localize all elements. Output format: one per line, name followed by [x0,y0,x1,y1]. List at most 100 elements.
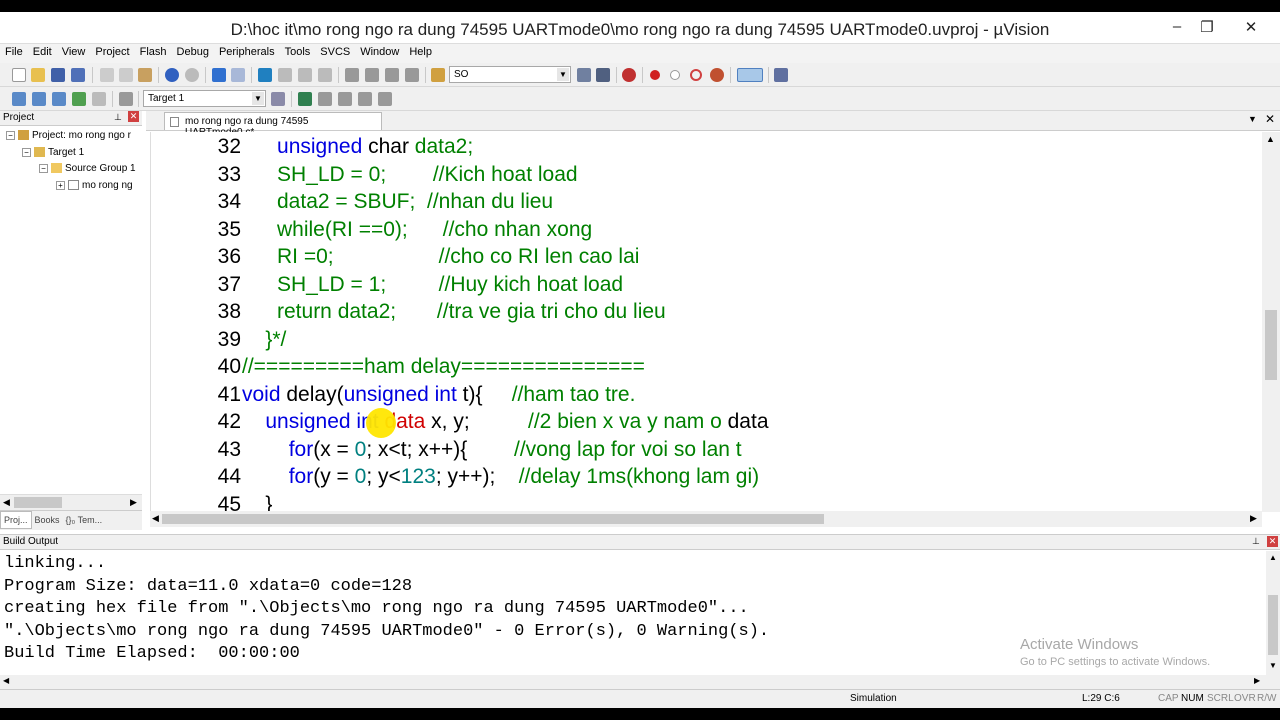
select-packs-icon[interactable] [338,92,352,106]
kill-breakpoints-icon[interactable] [690,69,702,81]
pin-icon[interactable]: ⊥ [1252,536,1260,547]
tree-node-file[interactable]: + mo rong ng [56,180,133,191]
menu-project[interactable]: Project [90,44,134,60]
code-line[interactable]: //=========ham delay=============== [242,355,645,379]
menu-tools[interactable]: Tools [280,44,316,60]
scrollbar-thumb[interactable] [1268,595,1278,655]
scroll-down-arrow-icon[interactable]: ▼ [1269,661,1277,670]
close-icon[interactable]: ✕ [1265,112,1275,126]
undo-icon[interactable] [165,68,179,82]
code-editor[interactable]: 32 unsigned char data2; 33 SH_LD = 0; //K… [150,132,1262,512]
close-button[interactable]: ✕ [1236,18,1266,36]
target-combo[interactable]: Target 1 ▼ [143,90,266,107]
project-horizontal-scrollbar[interactable]: ◀ ▶ [0,494,142,510]
build-output-vertical-scrollbar[interactable]: ▲ ▼ [1266,551,1280,675]
translate-icon[interactable] [12,92,26,106]
menu-window[interactable]: Window [355,44,404,60]
code-line[interactable]: SH_LD = 1; //Huy kich hoat load [242,273,623,297]
new-file-icon[interactable] [12,68,26,82]
tree-node-project[interactable]: − Project: mo rong ngo r [6,130,131,141]
minimize-button[interactable]: – [1162,18,1192,35]
find-icon[interactable] [577,68,591,82]
manage-components-icon[interactable] [298,92,312,106]
scrollbar-thumb[interactable] [1265,310,1277,380]
select-software-packs-icon[interactable] [378,92,392,106]
menu-view[interactable]: View [57,44,91,60]
open-folder-icon[interactable] [31,68,45,82]
editor-horizontal-scrollbar[interactable]: ◀ ▶ [150,511,1262,527]
run-time-environment-icon[interactable] [358,92,372,106]
scroll-left-arrow-icon[interactable]: ◀ [3,676,9,685]
cut-icon[interactable] [100,68,114,82]
scroll-left-arrow-icon[interactable]: ◀ [152,513,159,524]
kill-all-breakpoints-icon[interactable] [710,68,724,82]
manage-project-items-icon[interactable] [318,92,332,106]
code-line[interactable]: unsigned char data2; [242,135,473,159]
window-layout-icon[interactable] [737,68,763,82]
menu-help[interactable]: Help [404,44,437,60]
batch-build-icon[interactable] [72,92,86,106]
code-line[interactable]: while(RI ==0); //cho nhan xong [242,218,592,242]
save-all-icon[interactable] [71,68,85,82]
rebuild-icon[interactable] [52,92,66,106]
debug-session-icon[interactable] [622,68,636,82]
navigate-back-icon[interactable] [212,68,226,82]
comment-icon[interactable] [385,68,399,82]
menu-file[interactable]: File [0,44,28,60]
code-line[interactable]: data2 = SBUF; //nhan du lieu [242,190,553,214]
next-bookmark-icon[interactable] [298,68,312,82]
code-line[interactable]: return data2; //tra ve gia tri cho du li… [242,300,666,324]
bookmark-icon[interactable] [258,68,272,82]
scroll-right-arrow-icon[interactable]: ▶ [1250,513,1257,524]
breakpoint-icon[interactable] [650,70,660,80]
code-line[interactable]: SH_LD = 0; //Kich hoat load [242,163,578,187]
tab-books[interactable]: Books [32,512,63,528]
uncomment-icon[interactable] [405,68,419,82]
copy-icon[interactable] [119,68,133,82]
scroll-right-arrow-icon[interactable]: ▶ [130,497,137,508]
build-icon[interactable] [32,92,46,106]
tab-project[interactable]: Proj... [0,511,32,529]
scroll-up-arrow-icon[interactable]: ▲ [1269,553,1277,562]
code-line[interactable]: for(y = 0; y<123; y++); //delay 1ms(khon… [242,465,759,489]
menu-flash[interactable]: Flash [135,44,172,60]
editor-tab-file[interactable]: mo rong ngo ra dung 74595 UARTmode0.c* [164,112,382,138]
tree-node-target[interactable]: − Target 1 [22,147,84,158]
tree-node-source-group[interactable]: − Source Group 1 [39,163,136,174]
code-line[interactable]: void delay(unsigned int t){ //ham tao tr… [242,383,635,407]
build-output-horizontal-scrollbar[interactable]: ◀ ▶ [0,675,1280,689]
menu-edit[interactable]: Edit [28,44,57,60]
unindent-icon[interactable] [365,68,379,82]
code-line[interactable]: RI =0; //cho co RI len cao lai [242,245,639,269]
target-options-icon[interactable] [271,92,285,106]
scroll-up-arrow-icon[interactable]: ▲ [1266,134,1275,144]
code-line[interactable]: for(x = 0; x<t; x++){ //vong lap for voi… [242,438,742,462]
pin-icon[interactable]: ⊥ [114,112,122,123]
find-in-files-icon[interactable] [431,68,445,82]
editor-vertical-scrollbar[interactable]: ▲ [1262,132,1280,512]
scroll-left-arrow-icon[interactable]: ◀ [3,497,10,508]
incremental-find-icon[interactable] [596,68,610,82]
stop-build-icon[interactable] [92,92,106,106]
find-combo[interactable]: SO ▼ [449,66,571,83]
close-icon[interactable]: ✕ [1267,536,1278,547]
configure-icon[interactable] [774,68,788,82]
save-icon[interactable] [51,68,65,82]
paste-icon[interactable] [138,68,152,82]
tab-templates[interactable]: {}₀ Tem... [63,512,106,528]
scroll-right-arrow-icon[interactable]: ▶ [1254,676,1260,685]
download-icon[interactable] [119,92,133,106]
clear-bookmarks-icon[interactable] [318,68,332,82]
code-line[interactable]: } [242,493,272,513]
navigate-forward-icon[interactable] [231,68,245,82]
redo-icon[interactable] [185,68,199,82]
prev-bookmark-icon[interactable] [278,68,292,82]
disable-breakpoint-icon[interactable] [670,70,680,80]
code-line[interactable]: }*/ [242,328,286,352]
menu-peripherals[interactable]: Peripherals [214,44,280,60]
maximize-button[interactable]: ❐ [1192,18,1222,36]
indent-icon[interactable] [345,68,359,82]
code-line[interactable]: unsigned int data x, y; //2 bien x va y … [242,410,768,434]
menu-debug[interactable]: Debug [172,44,214,60]
close-icon[interactable]: ✕ [128,111,139,122]
